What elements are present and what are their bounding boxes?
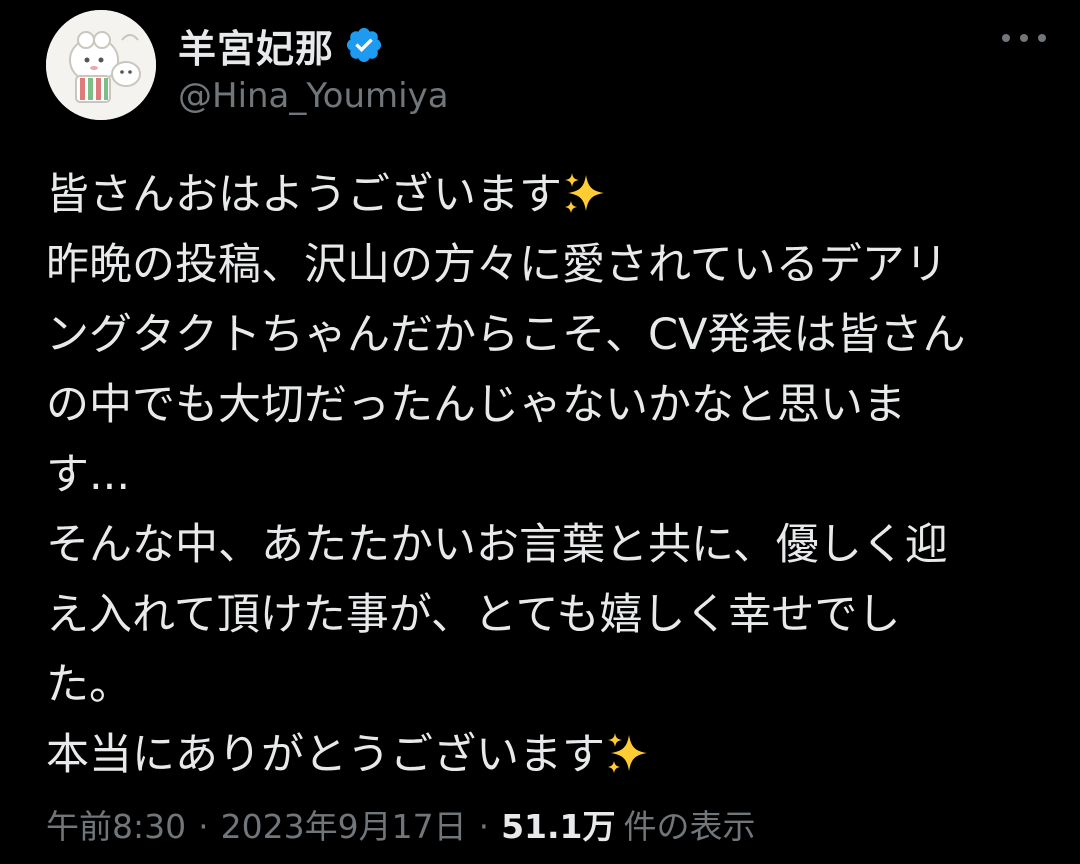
views-count[interactable]: 51.1万 (501, 800, 615, 848)
sparkles-emoji-icon (605, 728, 651, 774)
tweet-line: 皆さんおはようございます (46, 160, 1036, 230)
tweet-line: た。 (46, 660, 132, 710)
author-handle[interactable]: @Hina_Youmiya (178, 76, 449, 116)
author-name-row: 羊宮妃那 (178, 18, 384, 73)
tweet-line: ングタクトちゃんだからこそ、CV発表は皆さん (46, 310, 966, 360)
tweet-header: 羊宮妃那 @Hina_Youmiya (46, 10, 1046, 122)
verified-badge-icon[interactable] (344, 25, 384, 65)
tweet-line: そんな中、あたたかいお言葉と共に、優しく迎 (46, 520, 948, 570)
avatar-sheep-illustration-icon (46, 10, 156, 120)
tweet-line: の中でも大切だったんじゃないかなと思いま (46, 380, 906, 430)
tweet-line: す... (46, 450, 131, 500)
sparkles-emoji-icon (562, 168, 608, 214)
tweet-meta: 午前8:30 · 2023年9月17日 · 51.1万 件の表示 (46, 800, 756, 848)
tweet-date[interactable]: 2023年9月17日 (221, 800, 467, 848)
tweet-line: 昨晩の投稿、沢山の方々に愛されているデアリ (46, 240, 948, 290)
meta-separator: · (478, 807, 490, 846)
more-dot (1020, 34, 1028, 42)
more-dot (1002, 34, 1010, 42)
views-label: 件の表示 (623, 807, 756, 846)
author-display-name[interactable]: 羊宮妃那 (178, 18, 334, 73)
avatar[interactable] (46, 10, 156, 120)
tweet-line: え入れて頂けた事が、とても嬉しく幸せでし (46, 590, 901, 640)
tweet-time[interactable]: 午前8:30 (46, 800, 186, 848)
tweet-text: 皆さんおはようございます 昨晩の投稿、沢山の方々に愛されているデアリ ングタクト… (46, 160, 1036, 790)
more-dot (1038, 34, 1046, 42)
more-horizontal-icon[interactable] (1002, 26, 1046, 50)
meta-separator: · (198, 807, 209, 846)
tweet-line: 本当にありがとうございます (46, 720, 1036, 790)
